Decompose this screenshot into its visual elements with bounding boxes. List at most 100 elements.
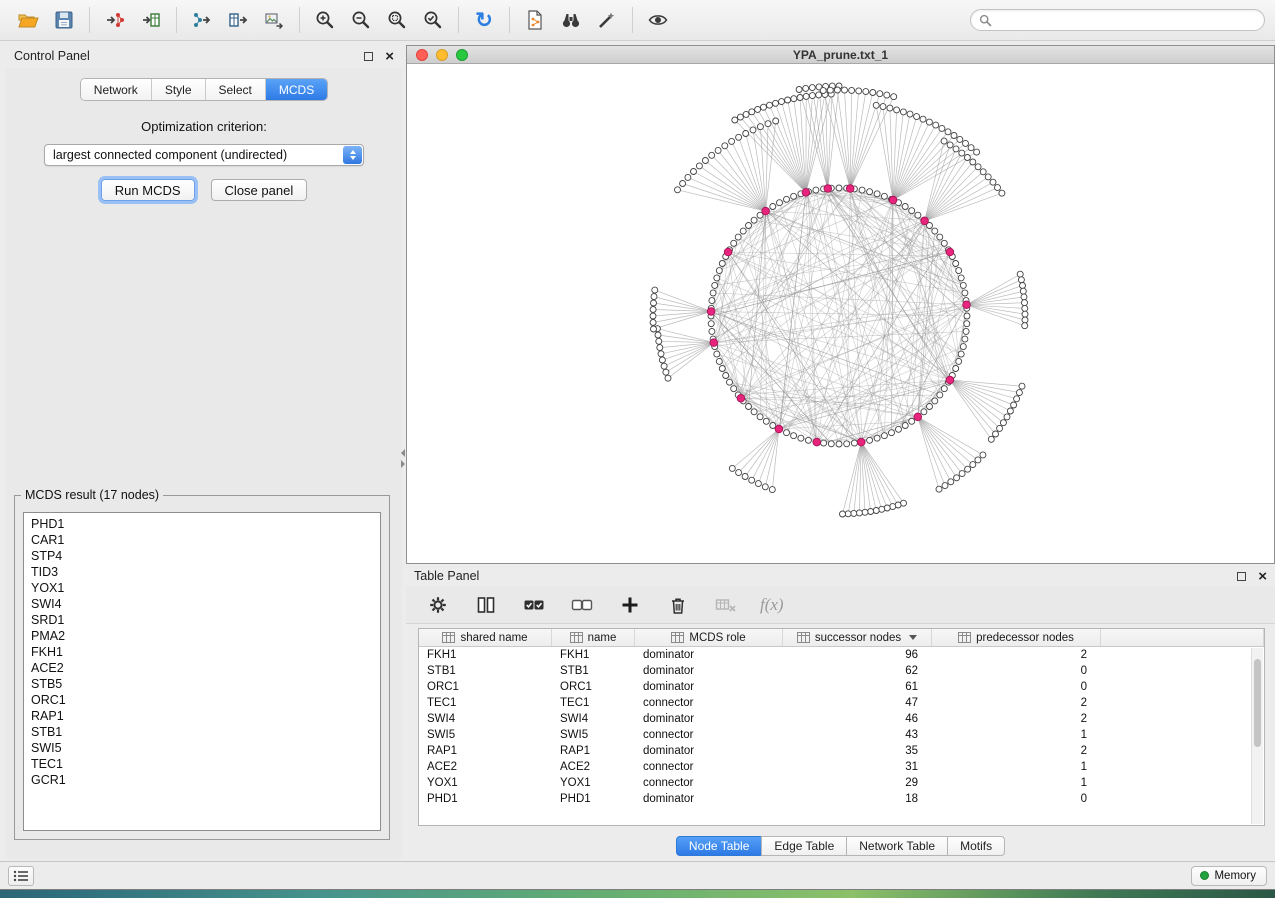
mcds-result-item[interactable]: STB5 <box>31 676 380 692</box>
column-header-successor-nodes[interactable]: successor nodes <box>783 629 932 646</box>
run-mcds-button[interactable]: Run MCDS <box>101 179 195 201</box>
mcds-result-item[interactable]: GCR1 <box>31 772 380 788</box>
mcds-result-item[interactable]: ACE2 <box>31 660 380 676</box>
list-icon <box>13 869 29 883</box>
mcds-result-item[interactable]: TEC1 <box>31 756 380 772</box>
mcds-result-list[interactable]: PHD1CAR1STP4TID3YOX1SWI4SRD1PMA2FKH1ACE2… <box>23 512 381 831</box>
mcds-result-item[interactable]: SRD1 <box>31 612 380 628</box>
search-field[interactable] <box>970 9 1265 31</box>
table-row[interactable]: TEC1TEC1connector472 <box>419 695 1264 711</box>
import-table-button[interactable] <box>133 4 169 36</box>
float-panel-icon[interactable] <box>364 52 373 61</box>
add-column-button[interactable] <box>616 591 644 619</box>
scrollbar-thumb[interactable] <box>1254 659 1261 747</box>
show-columns-button[interactable] <box>472 591 500 619</box>
table-grid-icon <box>570 632 583 643</box>
table-cell-filler <box>1101 679 1264 695</box>
import-network-button[interactable] <box>97 4 133 36</box>
zoom-fit-icon <box>386 9 408 31</box>
dropdown-stepper-icon <box>343 146 362 164</box>
tab-edge-table[interactable]: Edge Table <box>761 836 847 856</box>
control-panel-title: Control Panel <box>14 49 90 63</box>
mcds-result-item[interactable]: FKH1 <box>31 644 380 660</box>
export-image-button[interactable] <box>256 4 292 36</box>
zoom-in-button[interactable] <box>307 4 343 36</box>
table-row[interactable]: SWI4SWI4dominator462 <box>419 711 1264 727</box>
search-input[interactable] <box>997 13 1256 27</box>
table-row[interactable]: ACE2ACE2connector311 <box>419 759 1264 775</box>
column-header-name[interactable]: name <box>552 629 635 646</box>
table-cell: ORC1 <box>552 679 635 695</box>
tab-mcds[interactable]: MCDS <box>265 79 327 100</box>
column-header-MCDS-role[interactable]: MCDS role <box>635 629 783 646</box>
table-row[interactable]: YOX1YOX1connector291 <box>419 775 1264 791</box>
open-folder-button[interactable] <box>10 4 46 36</box>
close-panel-button[interactable]: Close panel <box>211 179 308 201</box>
delete-column-button[interactable] <box>664 591 692 619</box>
select-all-button[interactable] <box>520 591 548 619</box>
zoom-selected-icon <box>422 9 444 31</box>
table-settings-button[interactable] <box>424 591 452 619</box>
mcds-result-item[interactable]: PMA2 <box>31 628 380 644</box>
delete-table-button[interactable] <box>712 591 740 619</box>
mcds-result-item[interactable]: SWI5 <box>31 740 380 756</box>
mcds-result-item[interactable]: PHD1 <box>31 516 380 532</box>
table-cell: connector <box>635 727 783 743</box>
mcds-result-item[interactable]: ORC1 <box>31 692 380 708</box>
find-button[interactable] <box>553 4 589 36</box>
table-row[interactable]: RAP1RAP1dominator352 <box>419 743 1264 759</box>
table-cell: ORC1 <box>419 679 552 695</box>
deselect-all-button[interactable] <box>568 591 596 619</box>
mcds-result-item[interactable]: YOX1 <box>31 580 380 596</box>
table-row[interactable]: PHD1PHD1dominator180 <box>419 791 1264 807</box>
maximize-window-icon[interactable] <box>456 49 468 61</box>
mcds-result-item[interactable]: STP4 <box>31 548 380 564</box>
network-window-title: YPA_prune.txt_1 <box>793 48 888 62</box>
table-cell: dominator <box>635 743 783 759</box>
show-hide-button[interactable] <box>640 4 676 36</box>
tab-network-table[interactable]: Network Table <box>846 836 948 856</box>
network-window-titlebar[interactable]: YPA_prune.txt_1 <box>407 46 1274 64</box>
zoom-fit-button[interactable] <box>379 4 415 36</box>
table-row[interactable]: FKH1FKH1dominator962 <box>419 647 1264 663</box>
network-canvas[interactable] <box>407 64 1274 563</box>
share-document-button[interactable] <box>517 4 553 36</box>
table-cell: PHD1 <box>419 791 552 807</box>
export-network-button[interactable] <box>184 4 220 36</box>
open-folder-icon <box>17 9 39 31</box>
control-panel-tabs: NetworkStyleSelectMCDS <box>80 78 328 101</box>
column-header-shared-name[interactable]: shared name <box>419 629 552 646</box>
table-row[interactable]: SWI5SWI5connector431 <box>419 727 1264 743</box>
mcds-result-item[interactable]: RAP1 <box>31 708 380 724</box>
zoom-selected-button[interactable] <box>415 4 451 36</box>
save-button[interactable] <box>46 4 82 36</box>
table-row[interactable]: ORC1ORC1dominator610 <box>419 679 1264 695</box>
minimize-window-icon[interactable] <box>436 49 448 61</box>
criterion-dropdown[interactable]: largest connected component (undirected) <box>44 144 364 166</box>
style-wand-button[interactable] <box>589 4 625 36</box>
mcds-result-item[interactable]: STB1 <box>31 724 380 740</box>
zoom-out-button[interactable] <box>343 4 379 36</box>
close-panel-icon[interactable]: × <box>1258 569 1267 584</box>
function-builder-button[interactable]: f(x) <box>760 595 784 615</box>
tab-select[interactable]: Select <box>205 79 265 100</box>
float-panel-icon[interactable] <box>1237 572 1246 581</box>
table-panel-header: Table Panel × <box>406 566 1275 586</box>
status-menu-button[interactable] <box>8 866 34 886</box>
table-scrollbar[interactable] <box>1251 648 1263 824</box>
refresh-button[interactable]: ↻ <box>466 4 502 36</box>
close-panel-icon[interactable]: × <box>385 49 394 64</box>
table-cell: 1 <box>932 775 1101 791</box>
tab-node-table[interactable]: Node Table <box>676 836 763 856</box>
memory-button[interactable]: Memory <box>1191 866 1267 886</box>
mcds-result-item[interactable]: TID3 <box>31 564 380 580</box>
mcds-result-item[interactable]: SWI4 <box>31 596 380 612</box>
tab-style[interactable]: Style <box>151 79 205 100</box>
tab-network[interactable]: Network <box>81 79 151 100</box>
column-header-predecessor-nodes[interactable]: predecessor nodes <box>932 629 1101 646</box>
close-window-icon[interactable] <box>416 49 428 61</box>
tab-motifs[interactable]: Motifs <box>947 836 1005 856</box>
mcds-result-item[interactable]: CAR1 <box>31 532 380 548</box>
export-table-button[interactable] <box>220 4 256 36</box>
table-row[interactable]: STB1STB1dominator620 <box>419 663 1264 679</box>
